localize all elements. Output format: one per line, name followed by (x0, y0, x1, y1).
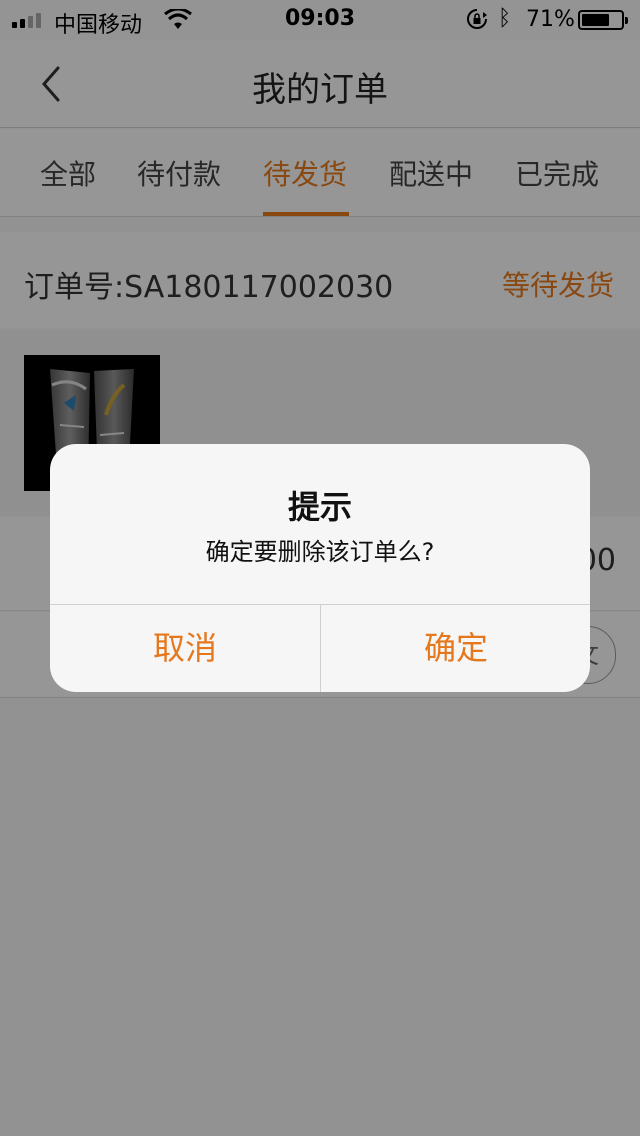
order-list-screen: 中国移动 09:03 ᛒ 71% 我的订单 全部 待付款 待发货 配送中 已完成… (0, 0, 640, 1136)
confirm-button[interactable]: 确定 (321, 604, 590, 692)
delete-confirm-dialog: 提示 确定要删除该订单么? 取消 确定 (50, 444, 590, 692)
cancel-button[interactable]: 取消 (50, 604, 320, 692)
dialog-message: 确定要删除该订单么? (205, 538, 435, 566)
dialog-title: 提示 (287, 488, 352, 526)
